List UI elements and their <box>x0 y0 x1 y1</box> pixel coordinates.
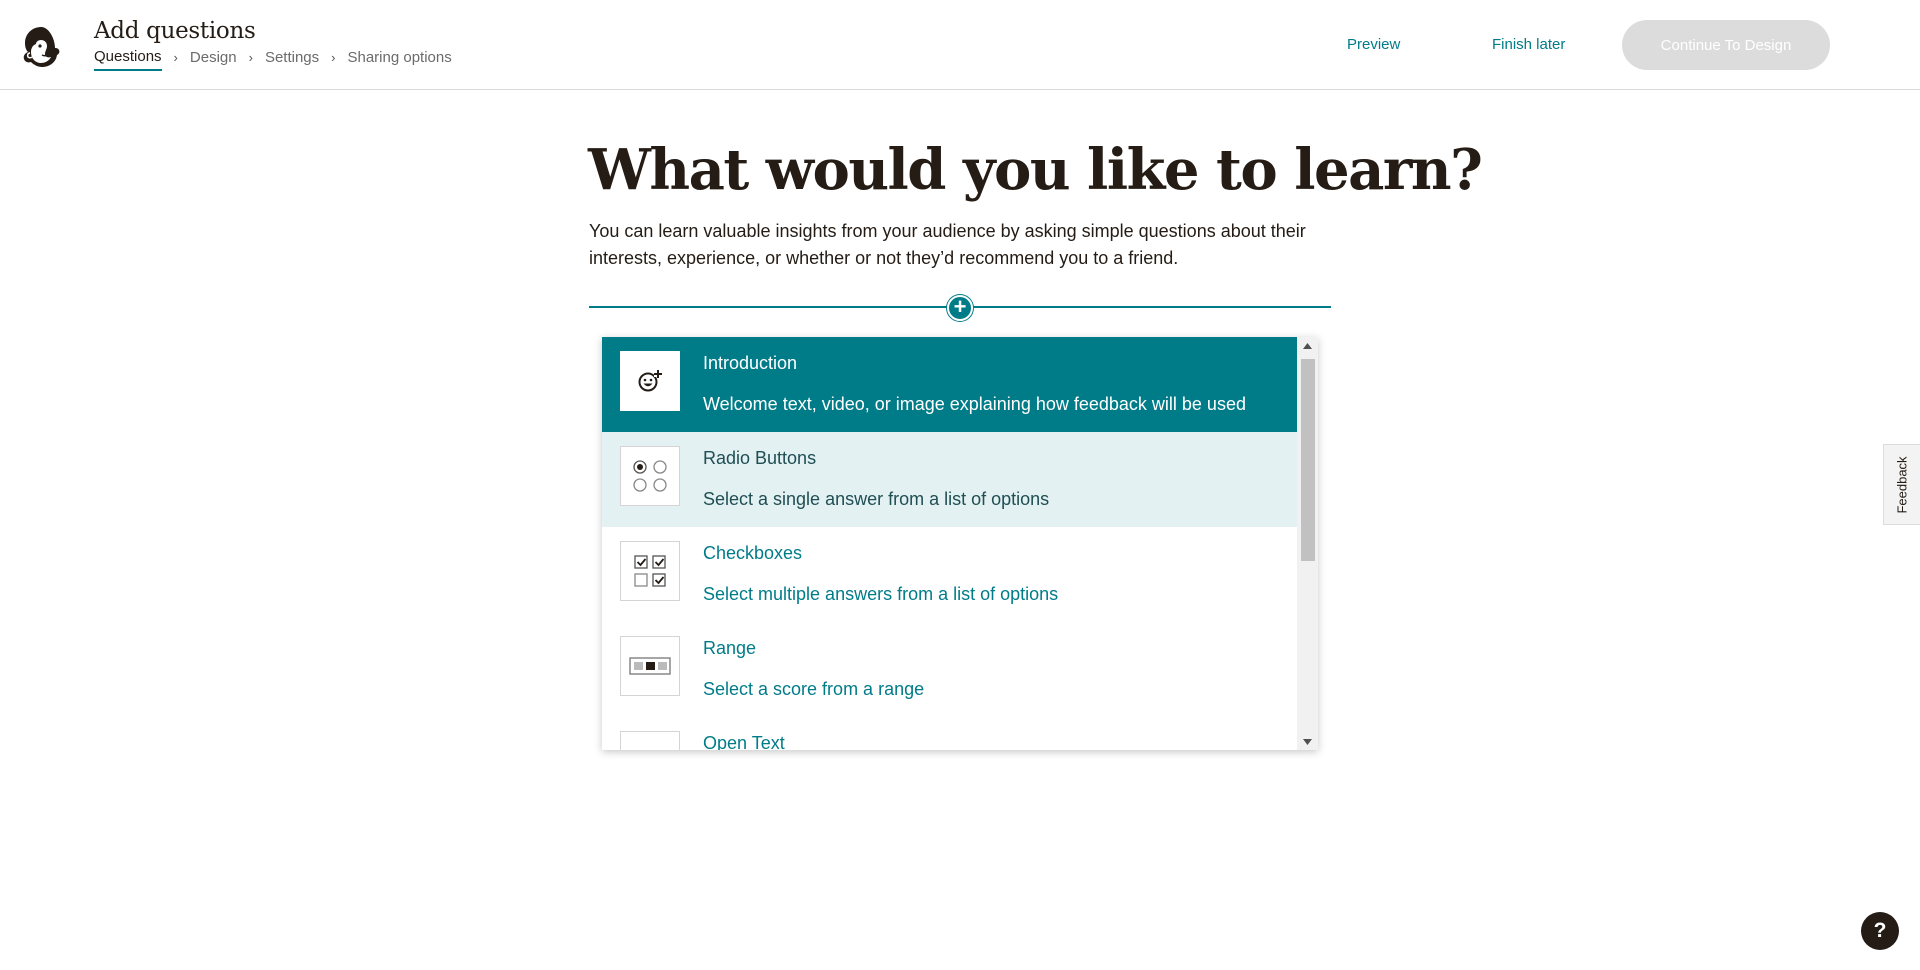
item-description: Select a single answer from a list of op… <box>703 489 1050 509</box>
question-type-open-text[interactable]: Open Text <box>602 717 1297 750</box>
intro-text: You can learn valuable insights from you… <box>589 221 1306 268</box>
breadcrumb-settings[interactable]: Settings <box>265 49 319 70</box>
scroll-up-arrow-icon[interactable] <box>1297 337 1318 354</box>
chevron-right-icon: › <box>331 50 336 65</box>
dropdown-scrollbar[interactable] <box>1297 337 1318 750</box>
continue-to-design-button[interactable]: Continue To Design <box>1622 20 1830 70</box>
checkboxes-icon <box>620 541 680 601</box>
breadcrumb-design[interactable]: Design <box>190 49 237 70</box>
item-title: Checkboxes <box>703 543 803 563</box>
question-type-checkboxes[interactable]: Checkboxes Select multiple answers from … <box>602 527 1297 622</box>
add-question-button[interactable]: + <box>947 295 973 321</box>
question-type-radio-buttons[interactable]: Radio Buttons Select a single answer fro… <box>602 432 1297 527</box>
main-heading: What would you like to learn? <box>588 137 1483 203</box>
feedback-label: Feedback <box>1894 455 1910 514</box>
scroll-down-arrow-icon[interactable] <box>1297 733 1318 750</box>
item-description: Welcome text, video, or image explaining… <box>703 394 1246 414</box>
item-description: Select a score from a range <box>703 679 925 699</box>
plus-icon: + <box>953 294 967 319</box>
question-type-range[interactable]: Range Select a score from a range <box>602 622 1297 717</box>
finish-later-link[interactable]: Finish later <box>1492 36 1565 53</box>
breadcrumb: Questions › Design › Settings › Sharing … <box>94 48 452 71</box>
item-title: Open Text <box>703 733 785 750</box>
radio-buttons-icon <box>620 446 680 506</box>
smiley-plus-icon <box>620 351 680 411</box>
chevron-right-icon: › <box>173 50 178 65</box>
question-type-list: Introduction Welcome text, video, or ima… <box>602 337 1297 750</box>
preview-link[interactable]: Preview <box>1347 36 1400 53</box>
breadcrumb-sharing-options[interactable]: Sharing options <box>347 49 451 70</box>
page-title: Add questions <box>94 18 256 44</box>
feedback-tab[interactable]: Feedback <box>1883 444 1920 525</box>
item-title: Introduction <box>703 353 798 373</box>
range-icon <box>620 636 680 696</box>
breadcrumb-questions[interactable]: Questions <box>94 48 162 71</box>
scrollbar-thumb[interactable] <box>1301 359 1315 561</box>
item-title: Radio Buttons <box>703 448 817 468</box>
question-type-introduction[interactable]: Introduction Welcome text, video, or ima… <box>602 337 1297 432</box>
chevron-right-icon: › <box>248 50 253 65</box>
item-title: Range <box>703 638 757 658</box>
item-description: Select multiple answers from a list of o… <box>703 584 1059 604</box>
open-text-icon <box>620 731 680 750</box>
top-header: Add questions Questions › Design › Setti… <box>0 0 1920 90</box>
mailchimp-logo-icon[interactable] <box>18 22 64 68</box>
help-button[interactable]: ? <box>1861 912 1899 950</box>
question-type-dropdown: Introduction Welcome text, video, or ima… <box>602 337 1318 750</box>
